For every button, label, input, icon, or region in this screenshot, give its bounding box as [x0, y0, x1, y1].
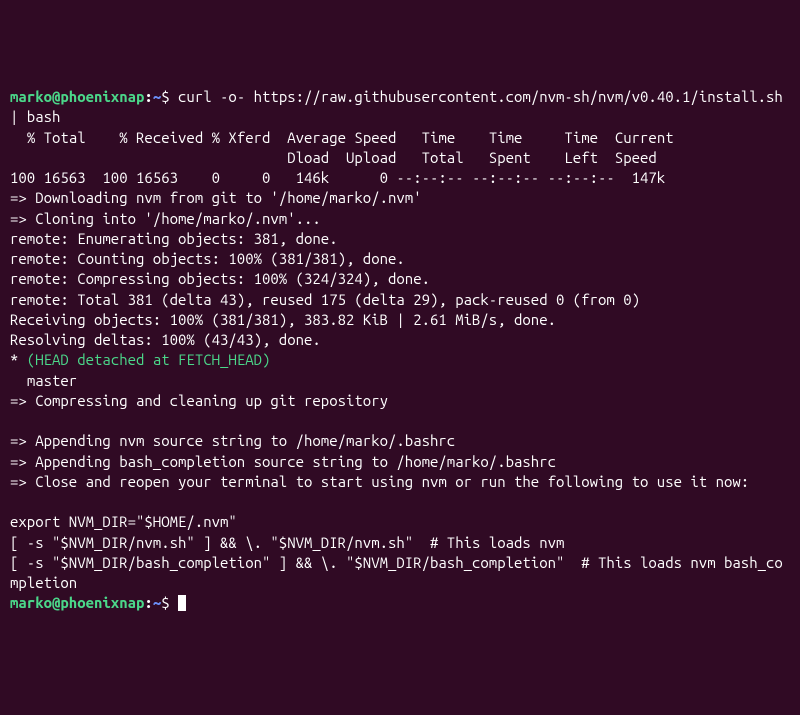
terminal[interactable]: marko@phoenixnap:~$ curl -o- https://raw… [10, 87, 790, 614]
output-line: [ -s "$NVM_DIR/bash_completion" ] && \. … [10, 554, 783, 591]
output-line: remote: Enumerating objects: 381, done. [10, 230, 338, 247]
output-line: [ -s "$NVM_DIR/nvm.sh" ] && \. "$NVM_DIR… [10, 534, 564, 551]
branch-star: * [10, 351, 27, 368]
branch-master: master [10, 372, 77, 389]
curl-header-2: Dload Upload Total Spent Left Speed [10, 149, 657, 166]
prompt-path: ~ [153, 594, 161, 611]
output-line: => Cloning into '/home/marko/.nvm'... [10, 210, 321, 227]
prompt-dollar: $ [161, 88, 178, 105]
prompt-user: marko@phoenixnap [10, 594, 144, 611]
output-line: => Appending nvm source string to /home/… [10, 432, 455, 449]
output-line: remote: Total 381 (delta 43), reused 175… [10, 291, 640, 308]
output-line: => Close and reopen your terminal to sta… [10, 473, 749, 490]
curl-progress-row: 100 16563 100 16563 0 0 146k 0 --:--:-- … [10, 169, 665, 186]
prompt-colon: : [144, 88, 152, 105]
output-line: => Compressing and cleaning up git repos… [10, 392, 388, 409]
prompt-dollar: $ [161, 594, 178, 611]
output-line: Resolving deltas: 100% (43/43), done. [10, 331, 321, 348]
output-line: Receiving objects: 100% (381/381), 383.8… [10, 311, 556, 328]
curl-header-1: % Total % Received % Xferd Average Speed… [10, 129, 674, 146]
head-detached: (HEAD detached at FETCH_HEAD) [27, 351, 271, 368]
prompt-user: marko@phoenixnap [10, 88, 144, 105]
prompt-path: ~ [153, 88, 161, 105]
output-line: => Appending bash_completion source stri… [10, 453, 556, 470]
output-line: remote: Counting objects: 100% (381/381)… [10, 250, 405, 267]
prompt-colon: : [144, 594, 152, 611]
output-line: export NVM_DIR="$HOME/.nvm" [10, 513, 237, 530]
output-line: => Downloading nvm from git to '/home/ma… [10, 189, 422, 206]
output-line: remote: Compressing objects: 100% (324/3… [10, 270, 430, 287]
cursor [178, 595, 186, 611]
